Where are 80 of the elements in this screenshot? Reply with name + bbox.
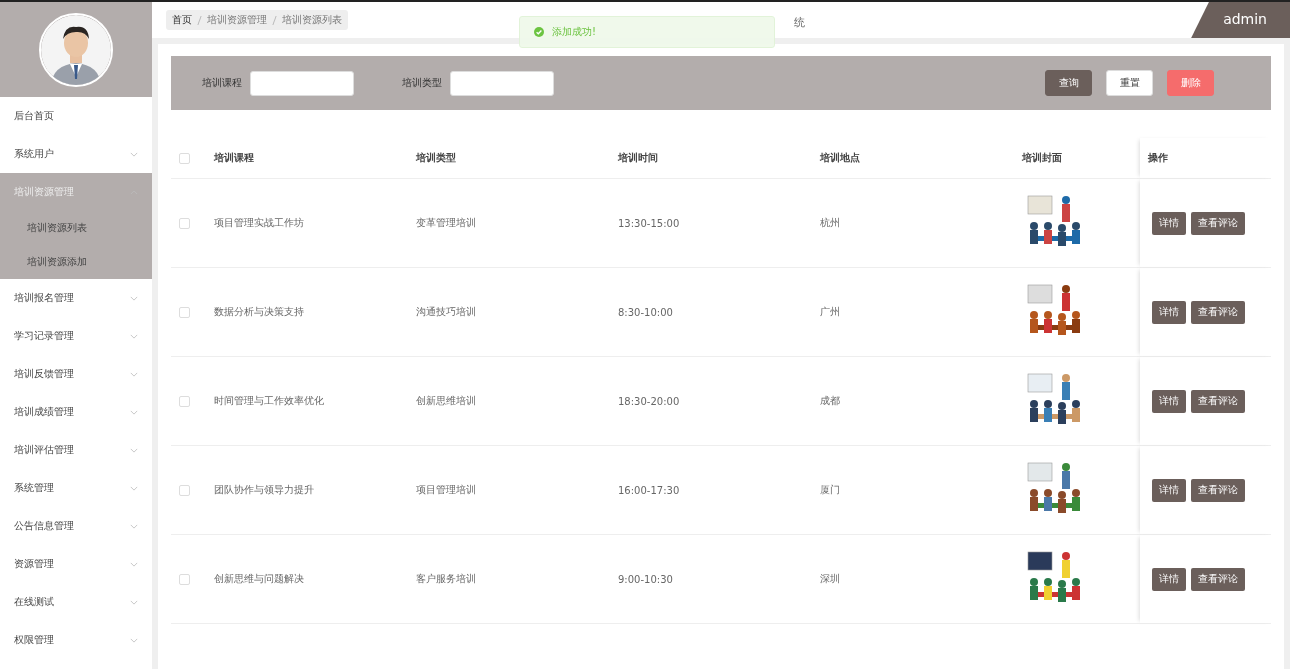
menu-item[interactable]: 公告信息管理 [0,507,152,545]
chevron-icon [130,561,138,567]
action-button[interactable]: 详情 [1152,478,1186,502]
table-cell-text: 创新思维培训 [416,394,477,408]
chevron-icon [130,599,138,605]
menu-item[interactable]: 培训评估管理 [0,431,152,469]
chevron-icon [130,409,138,415]
menu-item[interactable]: 在线测试 [0,583,152,621]
breadcrumb-link[interactable]: 首页 [172,13,192,27]
table-cell-text: 8:30-10:00 [618,306,674,318]
field-label: 培训类型 [402,76,442,90]
table-cell-text: 客户服务培训 [416,572,477,586]
chevron-icon [130,485,138,491]
table-cell-text: 项目管理培训 [416,483,477,497]
menu-item[interactable]: 培训成绩管理 [0,393,152,431]
input-field[interactable] [250,70,354,96]
action-button[interactable]: 详情 [1152,567,1186,591]
table-cell-text: 团队协作与领导力提升 [214,483,315,497]
chevron-icon [130,523,138,529]
table-cell-text: 深圳 [820,572,841,586]
action-button[interactable]: 详情 [1152,211,1186,235]
table-cell-text: 13:30-15:00 [618,217,681,229]
submenu-item[interactable]: 培训资源列表 [0,211,152,245]
menu-item[interactable]: 资源管理 [0,545,152,583]
checkbox[interactable] [179,484,190,496]
column-header: 培训地点 [820,151,861,165]
action-button[interactable]: 详情 [1152,300,1186,324]
menu-item[interactable]: 培训报名管理 [0,279,152,317]
table-cell-text: 18:30-20:00 [618,395,681,407]
action-button[interactable]: 查看评论 [1191,300,1245,324]
submenu-item[interactable]: 培训资源添加 [0,245,152,279]
column-header: 操作 [1140,138,1271,178]
input-field[interactable] [450,70,554,96]
menu-item[interactable]: 学习记录管理 [0,317,152,355]
action-button[interactable]: 查看评论 [1191,211,1245,235]
menu-item[interactable]: 权限管理 [0,621,152,659]
column-header: 培训课程 [214,151,255,165]
chevron-icon [130,371,138,377]
action-button[interactable]: 详情 [1152,389,1186,413]
success-icon [534,27,544,37]
table-cell-text: 广州 [820,305,841,319]
action-button[interactable]: 查看评论 [1191,567,1245,591]
checkbox[interactable] [179,152,190,164]
search-button[interactable]: 重置 [1106,70,1153,96]
table-cell-text: 厦门 [820,483,841,497]
action-button[interactable]: 查看评论 [1191,478,1245,502]
checkbox[interactable] [179,573,190,585]
table-cell-text: 数据分析与决策支持 [214,305,305,319]
menu-item[interactable]: 系统用户 [0,135,152,173]
column-header: 培训封面 [1022,151,1063,165]
breadcrumb-link[interactable]: 培训资源列表 [282,13,342,27]
menu-item[interactable]: 后台首页 [0,97,152,135]
checkbox[interactable] [179,306,190,318]
breadcrumb-link[interactable]: 培训资源管理 [207,13,267,27]
field-label: 培训课程 [202,76,242,90]
chevron-icon [130,295,138,301]
chevron-icon [130,637,138,643]
search-button[interactable]: 查询 [1045,70,1092,96]
user-badge[interactable]: admin [1191,2,1290,38]
checkbox[interactable] [179,217,190,229]
chevron-icon [130,333,138,339]
column-header: 培训类型 [416,151,457,165]
table-cell-text: 创新思维与问题解决 [214,572,305,586]
toast-message: 添加成功! [552,25,596,39]
menu-item[interactable]: 系统管理 [0,469,152,507]
table-cell-text: 成都 [820,394,841,408]
chevron-icon [130,151,138,157]
table-cell-text: 时间管理与工作效率优化 [214,394,325,408]
action-button[interactable]: 查看评论 [1191,389,1245,413]
chevron-icon [130,447,138,453]
table-cell-text: 16:00-17:30 [618,484,681,496]
checkbox[interactable] [179,395,190,407]
table-cell-text: 杭州 [820,216,841,230]
menu-item[interactable]: 培训反馈管理 [0,355,152,393]
system-title: 统 [794,14,805,30]
table-cell-text: 变革管理培训 [416,216,477,230]
column-header: 培训时间 [618,151,659,165]
table-cell-text: 沟通技巧培训 [416,305,477,319]
table-cell-text: 项目管理实战工作坊 [214,216,305,230]
table-cell-text: 9:00-10:30 [618,573,674,585]
